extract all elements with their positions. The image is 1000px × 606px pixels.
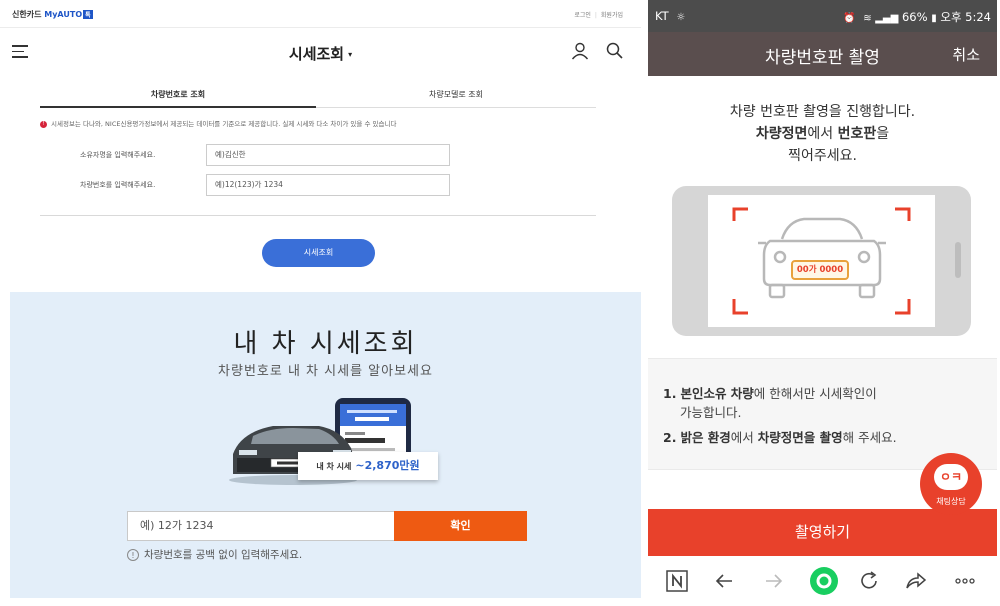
- back-arrow-icon[interactable]: [712, 569, 736, 593]
- user-icon[interactable]: [570, 41, 590, 61]
- car-front-guide-icon: [732, 207, 911, 315]
- link-divider: |: [594, 12, 597, 19]
- top-links: 로그인 | 회원가입: [574, 10, 623, 19]
- browser-nav-bar: [648, 556, 997, 606]
- login-link[interactable]: 로그인: [574, 12, 591, 19]
- mobile-panel: KT ☼ ⏰ ≋ ▂▄▆ 66% ▮ 오후 5:24 차량번호판 촬영 취소 차…: [648, 0, 997, 606]
- page-title-text: 시세조회: [288, 45, 345, 63]
- caret-down-icon: ▾: [348, 50, 353, 59]
- app-bar: 차량번호판 촬영 취소: [648, 32, 997, 76]
- instruction-2-bold2: 차량정면을 촬영: [757, 430, 843, 445]
- more-options-icon[interactable]: [953, 569, 977, 593]
- instruction-2: 2. 밝은 환경에서 차량정면을 촬영해 주세요.: [663, 428, 897, 447]
- intro-plate: 번호판: [837, 126, 877, 142]
- battery-icon: ▮: [931, 13, 937, 24]
- share-icon[interactable]: [904, 569, 928, 593]
- alarm-icon: ⏰: [843, 13, 856, 24]
- instruction-1-line2: 가능합니다.: [680, 405, 742, 420]
- intro-front: 차량정면: [755, 126, 808, 142]
- plate-row: 차량번호를 입력해주세요. 예)12(123)가 1234: [80, 174, 450, 196]
- web-panel: 신한카드 MyAUTO톡 로그인|회원가입 시세조회▾ 차량번호로 조회: [0, 0, 641, 606]
- instruction-2-mid: 에서: [730, 430, 758, 445]
- intro-text: 차량 번호판 촬영을 진행합니다. 차량정면에서 번호판을 찍어주세요.: [648, 101, 997, 167]
- chat-bubble-icon: ㅇㅋ: [934, 464, 968, 490]
- owner-label: 소유자명을 입력해주세요.: [80, 151, 156, 159]
- notice-message: 시세정보는 다나와, NICE신용평가정보에서 제공되는 데이터를 기준으로 제…: [51, 120, 397, 128]
- instruction-2-bold1: 밝은 환경: [680, 430, 731, 445]
- status-bar: KT ☼ ⏰ ≋ ▂▄▆ 66% ▮ 오후 5:24: [648, 0, 997, 32]
- form-divider: [40, 215, 596, 216]
- instruction-1-bold: 본인소유 차량: [680, 386, 754, 401]
- top-bar: 신한카드 MyAUTO 톡 로그인 | 회원가입: [0, 0, 641, 28]
- instruction-1-rest: 에 한해서만 시세확인이: [753, 386, 877, 401]
- notice-text: ! 시세정보는 다나와, NICE신용평가정보에서 제공되는 데이터를 기준으로 …: [40, 118, 396, 128]
- price-result-card: 내 차 시세 ~2,870만원: [298, 452, 438, 480]
- green-dot-icon[interactable]: [808, 565, 840, 597]
- confirm-button[interactable]: 확인: [394, 511, 527, 541]
- carrier-name: KT: [655, 9, 669, 23]
- lookup-tabs: 차량번호로 조회 차량모델로 조회: [40, 82, 596, 108]
- naver-home-icon[interactable]: [665, 569, 689, 593]
- intro-line1: 차량 번호판 촬영을 진행합니다.: [729, 104, 916, 120]
- promo-banner: 내 차 시세조회 차량번호로 내 차 시세를 알아보세요 내 차 시세 ~2,8…: [10, 292, 641, 598]
- promo-subtitle: 차량번호로 내 차 시세를 알아보세요: [218, 364, 433, 379]
- promo-hint: ! 차량번호를 공백 없이 입력해주세요.: [127, 547, 302, 562]
- plate-number-input[interactable]: 예)12(123)가 1234: [206, 174, 450, 196]
- screen: 신한카드 MyAUTO톡 로그인|회원가입 시세조회▾ 차량번호로 조회: [0, 0, 1000, 606]
- plate-label: 차량번호를 입력해주세요.: [80, 181, 156, 189]
- cancel-button[interactable]: 취소: [952, 44, 980, 65]
- carrier-label: KT ☼: [655, 9, 685, 23]
- tab-plate-number[interactable]: 차량번호로 조회: [40, 82, 316, 108]
- wifi-icon: ≋: [863, 13, 872, 24]
- clock: 오후 5:24: [940, 10, 991, 24]
- camera-guide-screen: 00가 0000: [708, 195, 935, 327]
- brand-myauto: MyAUTO: [44, 10, 83, 19]
- brand-logo[interactable]: 신한카드 MyAUTO 톡: [12, 9, 93, 20]
- intro-mid: 에서: [807, 126, 838, 142]
- search-icon[interactable]: [605, 41, 625, 61]
- battery-percent: 66%: [901, 10, 928, 24]
- instruction-2-num: 2.: [663, 430, 677, 445]
- signal-icon: ▂▄▆: [875, 13, 899, 24]
- status-indicators: ⏰ ≋ ▂▄▆ 66% ▮ 오후 5:24: [843, 9, 991, 25]
- tab-car-model[interactable]: 차량모델로 조회: [318, 82, 594, 108]
- result-label: 내 차 시세: [316, 462, 352, 471]
- camera-guide-phone: 00가 0000: [672, 186, 971, 336]
- app-bar-title: 차량번호판 촬영: [765, 48, 880, 68]
- result-value: ~2,870만원: [355, 459, 420, 472]
- weather-icon: ☼: [676, 12, 686, 23]
- intro-line2: 차량정면에서 번호판을: [648, 123, 997, 145]
- brand-card-name: 신한카드: [12, 10, 42, 19]
- promo-hint-text: 차량번호를 공백 없이 입력해주세요.: [144, 549, 303, 561]
- info-icon: !: [127, 549, 139, 561]
- page-title[interactable]: 시세조회 ▾: [0, 43, 641, 64]
- owner-name-input[interactable]: 예)김신한: [206, 144, 450, 166]
- price-search-button[interactable]: 시세조회: [262, 239, 375, 267]
- take-photo-button[interactable]: 촬영하기: [648, 509, 997, 556]
- instruction-1: 1. 본인소유 차량에 한해서만 시세확인이 가능합니다.: [663, 384, 877, 422]
- promo-plate-input[interactable]: 예) 12가 1234: [127, 511, 395, 541]
- chat-consult-label: 채팅상담: [936, 497, 966, 506]
- page-header: 시세조회 ▾: [0, 28, 641, 80]
- forward-arrow-icon[interactable]: [762, 569, 786, 593]
- phone-side-button: [955, 242, 961, 278]
- refresh-icon[interactable]: [857, 569, 881, 593]
- owner-row: 소유자명을 입력해주세요. 예)김신한: [80, 144, 450, 166]
- sample-plate-text: 00가 0000: [796, 265, 844, 275]
- signup-link[interactable]: 회원가입: [601, 12, 623, 19]
- promo-title: 내 차 시세조회: [233, 329, 418, 359]
- intro-line3: 찍어주세요.: [788, 148, 857, 164]
- alert-icon: !: [40, 120, 47, 128]
- intro-end: 을: [876, 126, 890, 142]
- instruction-2-end: 해 주세요.: [842, 430, 897, 445]
- chat-consult-button[interactable]: ㅇㅋ 채팅상담: [920, 453, 982, 515]
- brand-badge: 톡: [83, 10, 93, 19]
- instruction-1-num: 1.: [663, 386, 677, 401]
